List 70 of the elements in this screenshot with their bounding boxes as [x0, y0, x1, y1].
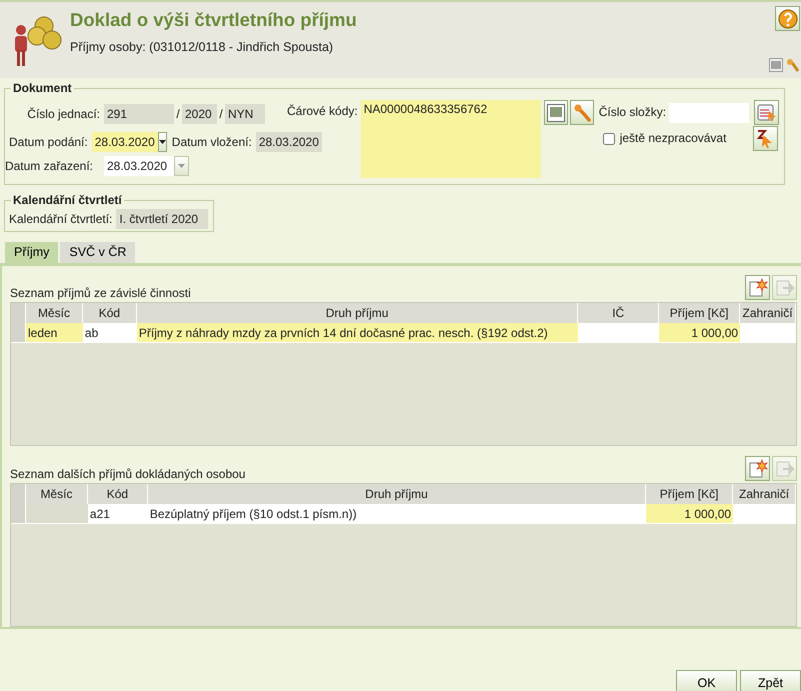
add-button[interactable]: [745, 275, 770, 300]
field-label: Datum podání:: [9, 134, 89, 150]
page-title: Doklad o výši čtvrtletního příjmu: [70, 9, 357, 32]
dialog-button[interactable]: OK: [676, 670, 737, 691]
new-page-icon: [748, 458, 768, 478]
table-cell: [733, 504, 796, 524]
field-label: Číslo jednací:: [26, 106, 101, 122]
column-header: Měsíc: [26, 484, 88, 504]
date-field[interactable]: 28.03.2020: [256, 132, 322, 152]
row-header: [11, 484, 26, 504]
field-label: Datum vložení:: [172, 134, 252, 150]
tab[interactable]: SVČ v ČR: [60, 242, 136, 263]
column-header: Kód: [88, 484, 148, 504]
column-header: Zahraničí: [740, 303, 796, 323]
checkbox[interactable]: [602, 132, 615, 144]
barcode-textarea[interactable]: NA0000048633356762: [360, 100, 541, 178]
remove-arrow-icon: [774, 458, 794, 478]
table-cell: Příjmy z náhrady mzdy za prvních 14 dní dočasné prac. nesch. (§192 odst.2): [136, 323, 578, 343]
caret-icon: [178, 164, 185, 168]
wrench-icon: [572, 104, 591, 122]
table-cell: ab: [82, 323, 137, 343]
column-header: IČ: [578, 303, 660, 323]
column-header: Zahraničí: [733, 484, 796, 504]
barcode-icon: [546, 104, 565, 122]
list-cursor-icon: [756, 102, 777, 122]
text-field[interactable]: 291: [104, 104, 174, 124]
table-cell: [740, 323, 796, 343]
table-cell: a21: [88, 504, 148, 524]
field-label: Datum zařazení:: [4, 158, 94, 174]
text-field[interactable]: I. čtvrtletí 2020: [116, 209, 208, 229]
table-cell: Bezúplatný příjem (§10 odst.1 písm.n)): [148, 504, 646, 524]
person-subtitle: Příjmy osoby: (031012/0118 - Jindřich Spousta): [70, 40, 334, 56]
barcode-icon: [769, 58, 783, 72]
checkbox-label: ještě nezpracovávat: [620, 131, 728, 146]
table-cell: leden: [26, 323, 83, 343]
field-label: Číslo složky:: [598, 105, 666, 120]
new-page-icon: [748, 278, 768, 298]
select-button[interactable]: [754, 100, 780, 125]
column-header: Příjem [Kč]: [646, 484, 734, 504]
text-field[interactable]: NYN: [225, 104, 265, 124]
separator-text: /: [218, 106, 224, 122]
field-label: Kalendářní čtvrtletí:: [9, 212, 112, 226]
row-header: [11, 303, 26, 323]
column-header: Druh příjmu: [148, 484, 646, 504]
date-field[interactable]: 28.03.2020: [92, 132, 158, 152]
section-title: Seznam dalších příjmů dokládaných osobou: [10, 466, 246, 481]
text-field[interactable]: [669, 102, 750, 122]
table-cell: 1 000,00: [646, 504, 734, 524]
column-header: Měsíc: [26, 303, 83, 323]
field-label: Čárové kódy:: [287, 104, 358, 118]
wrench-icon: [786, 58, 800, 72]
help-button[interactable]: [775, 6, 800, 31]
column-header: Příjem [Kč]: [659, 303, 740, 323]
dialog-button[interactable]: Zpět: [740, 670, 801, 691]
table-cell: 1 000,00: [659, 323, 740, 343]
remove-arrow-icon: [774, 278, 794, 298]
table-cell: [26, 504, 88, 524]
group-title: Kalendářní čtvrtletí: [12, 194, 123, 206]
help-icon: [778, 8, 798, 28]
add-button[interactable]: [745, 456, 770, 481]
section-title: Seznam příjmů ze závislé činnosti: [10, 286, 191, 300]
text-field[interactable]: 2020: [182, 104, 217, 124]
separator-text: /: [175, 106, 181, 122]
caret-icon: [158, 140, 166, 144]
sort-button[interactable]: [752, 126, 778, 151]
group-title: Dokument: [12, 82, 73, 94]
barcode-button[interactable]: [544, 100, 568, 125]
column-header: Kód: [82, 303, 137, 323]
column-header: Druh příjmu: [136, 303, 578, 323]
tab[interactable]: Příjmy: [5, 242, 58, 263]
